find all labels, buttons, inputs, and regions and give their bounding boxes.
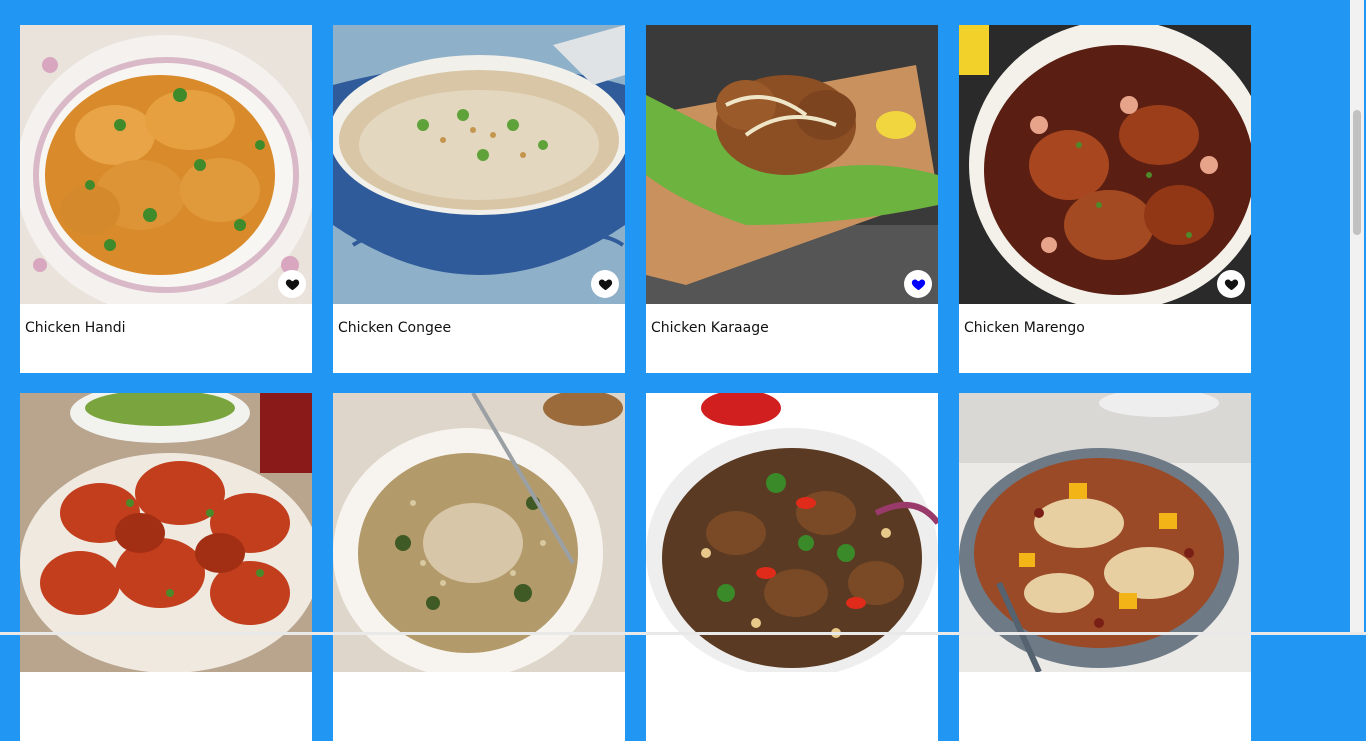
recipe-image[interactable]	[20, 393, 312, 672]
favorite-button[interactable]	[904, 270, 932, 298]
heart-icon	[911, 279, 925, 290]
recipe-card[interactable]: Chicken Marengo	[959, 25, 1251, 373]
recipe-card[interactable]	[959, 393, 1251, 741]
favorite-button[interactable]	[1217, 270, 1245, 298]
scrollbar-thumb[interactable]	[1353, 110, 1361, 235]
recipe-title[interactable]: Chicken Handi	[25, 320, 126, 336]
favorite-button[interactable]	[591, 270, 619, 298]
recipe-image[interactable]	[333, 393, 625, 672]
recipe-card[interactable]: Chicken Karaage	[646, 25, 938, 373]
heart-icon	[285, 279, 299, 290]
recipe-image[interactable]	[20, 25, 312, 304]
recipe-title[interactable]: Chicken Marengo	[964, 320, 1085, 336]
recipe-card[interactable]	[333, 393, 625, 741]
scrollbar[interactable]	[1350, 0, 1364, 635]
recipe-image[interactable]	[333, 25, 625, 304]
recipe-card[interactable]	[646, 393, 938, 741]
recipe-image[interactable]	[646, 25, 938, 304]
favorite-button[interactable]	[278, 270, 306, 298]
recipe-title[interactable]: Chicken Congee	[338, 320, 451, 336]
heart-icon	[598, 279, 612, 290]
heart-icon	[1224, 279, 1238, 290]
recipe-image[interactable]	[646, 393, 938, 672]
recipe-image[interactable]	[959, 393, 1251, 672]
recipe-card[interactable]: Chicken Congee	[333, 25, 625, 373]
recipe-image[interactable]	[959, 25, 1251, 304]
recipe-card[interactable]: Chicken Handi	[20, 25, 312, 373]
recipe-card[interactable]	[20, 393, 312, 741]
recipe-title[interactable]: Chicken Karaage	[651, 320, 769, 336]
